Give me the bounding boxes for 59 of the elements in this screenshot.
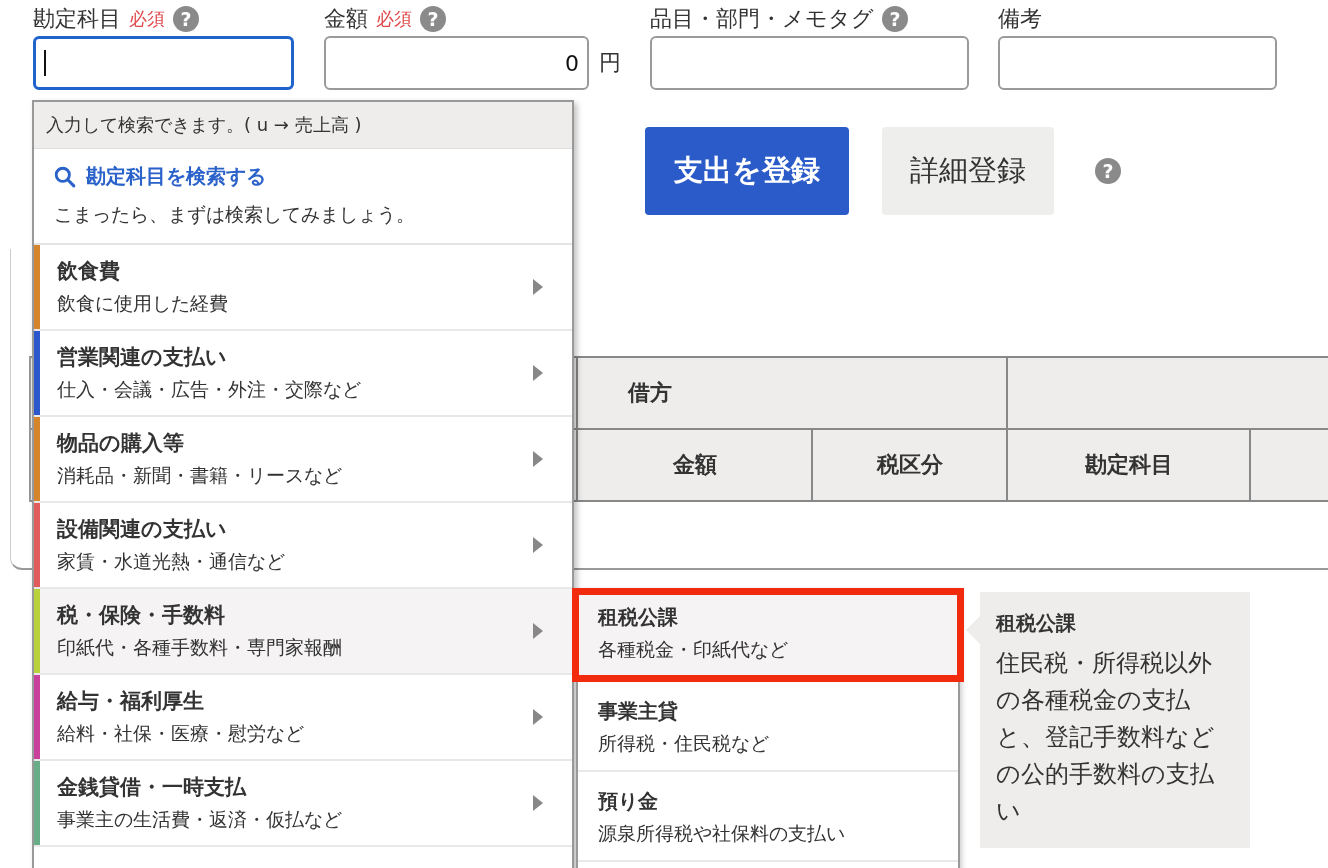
item-subtitle: 源泉所得税や社保料の支払い [598, 821, 846, 846]
tooltip-title: 租税公課 [996, 610, 1077, 637]
required-label: 必須 [129, 7, 165, 31]
detail-button[interactable]: 詳細登録 [882, 127, 1054, 215]
category-item[interactable]: 税・保険・手数料 印紙代・各種手数料・専門家報酬 [34, 589, 572, 675]
search-link[interactable]: 勘定科目を検索する [54, 163, 266, 190]
chevron-right-icon [532, 536, 544, 554]
category-subtitle: 仕入・会議・広告・外注・交際など [57, 377, 362, 402]
field-label: 備考 [998, 5, 1042, 33]
required-label: 必須 [376, 7, 412, 31]
search-icon [54, 165, 76, 188]
category-title: 給与・福利厚生 [57, 688, 205, 715]
category-title: 設備関連の支払い [57, 516, 228, 543]
submenu-item[interactable]: 預り金 源泉所得税や社保料の支払い [578, 772, 958, 862]
category-title: 税・保険・手数料 [57, 602, 226, 629]
column-header: 勘定科目 [1008, 430, 1251, 500]
unit-label: 円 [599, 49, 621, 77]
category-item[interactable]: 営業関連の支払い 仕入・会議・広告・外注・交際など [34, 331, 572, 417]
category-subtitle: 事業主の生活費・返済・仮払など [57, 807, 343, 832]
category-item[interactable]: 物品の購入等 消耗品・新聞・書籍・リースなど [34, 417, 572, 503]
category-item[interactable]: 飲食費 飲食に使用した経費 [34, 245, 572, 331]
category-title: 物品の購入等 [57, 430, 185, 457]
item-subtitle: 所得税・住民税など [598, 731, 770, 756]
chevron-right-icon [532, 364, 544, 382]
field-label: 金額 [324, 5, 368, 33]
chevron-right-icon [532, 622, 544, 640]
category-subtitle: 飲食に使用した経費 [57, 291, 229, 316]
chevron-right-icon [532, 278, 544, 296]
column-header: 税区分 [813, 430, 1008, 500]
tooltip-text: 住民税・所得税以外の各種税金の支払と、登記手数料などの公的手数料の支払い [996, 648, 1216, 827]
input-field[interactable] [33, 36, 294, 90]
category-title: 飲食費 [57, 258, 121, 285]
category-subtitle: 給料・社保・医療・慰労など [57, 721, 305, 746]
category-title: 金銭貸借・一時支払 [57, 774, 248, 801]
register-button[interactable]: 支出を登録 [645, 127, 849, 215]
hint-text: 入力して検索できます。( u → 売上高 ) [46, 113, 362, 137]
chevron-right-icon [532, 708, 544, 726]
submenu-item[interactable]: 事業主貸 所得税・住民税など [578, 682, 958, 772]
category-item[interactable]: 金銭貸借・一時支払 事業主の生活費・返済・仮払など [34, 761, 572, 847]
item-title: 事業主貸 [598, 698, 679, 725]
category-subtitle: 消耗品・新聞・書籍・リースなど [57, 463, 343, 488]
input-field[interactable]: 0 [324, 36, 589, 90]
item-title: 租税公課 [598, 604, 679, 631]
category-subtitle: 家賃・水道光熱・通信など [57, 549, 286, 574]
search-note: こまったら、まずは検索してみましょう。 [54, 201, 416, 227]
input-field[interactable] [998, 36, 1277, 90]
category-title: 営業関連の支払い [57, 344, 228, 371]
submenu-item[interactable]: 租税公課 各種税金・印紙代など [572, 588, 964, 682]
field-label: 勘定科目 [33, 5, 121, 33]
field-label: 品目・部門・メモタグ [650, 5, 874, 33]
column-header: 金額 [578, 430, 813, 500]
category-subtitle: 印紙代・各種手数料・専門家報酬 [57, 635, 343, 660]
item-subtitle: 各種税金・印紙代など [598, 637, 789, 662]
item-title: 預り金 [598, 788, 659, 815]
category-item[interactable]: 給与・福利厚生 給料・社保・医療・慰労など [34, 675, 572, 761]
chevron-right-icon [532, 450, 544, 468]
input-field[interactable] [650, 36, 969, 90]
chevron-right-icon [532, 794, 544, 812]
category-item[interactable]: 設備関連の支払い 家賃・水道光熱・通信など [34, 503, 572, 589]
